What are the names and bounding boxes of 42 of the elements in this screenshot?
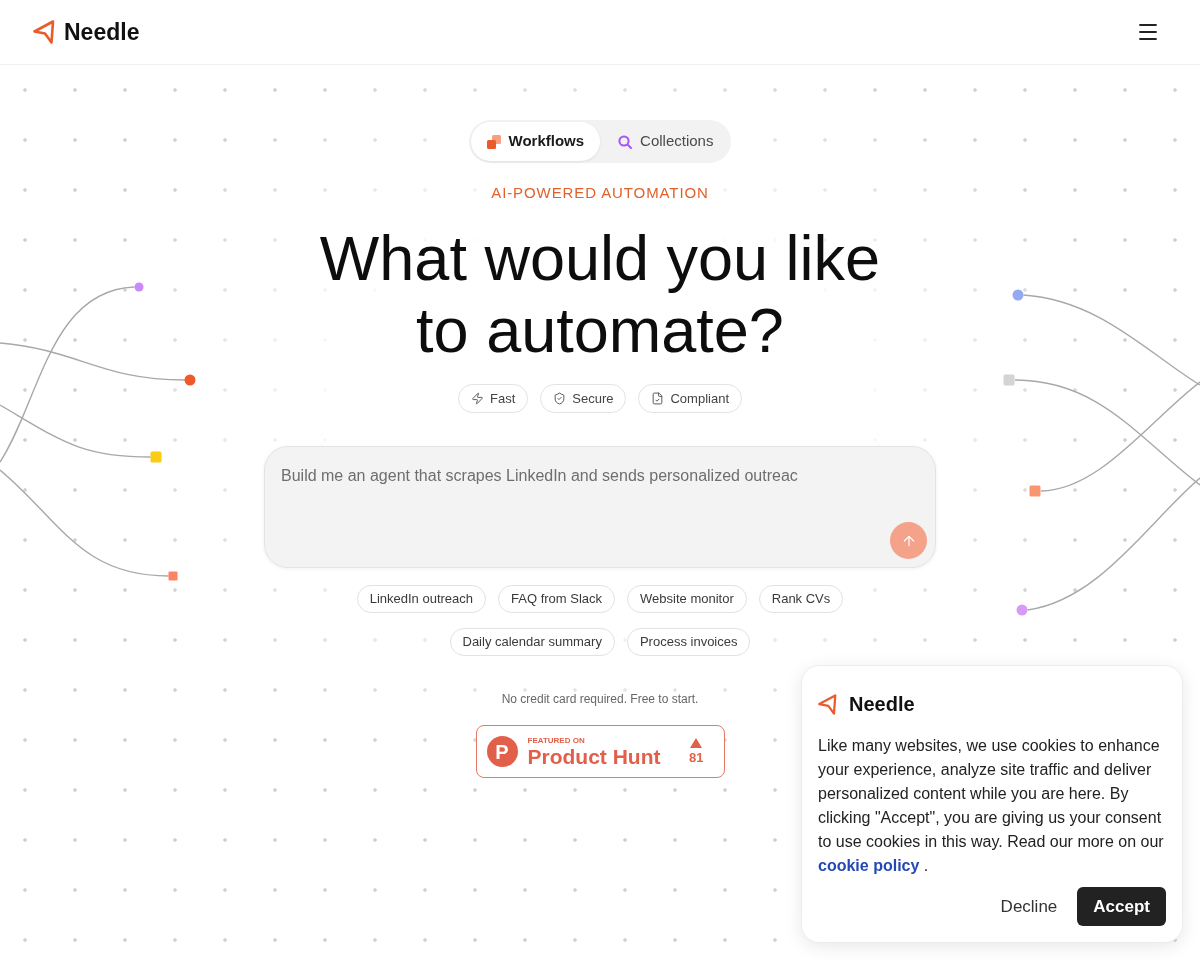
- suggestion-chip[interactable]: Website monitor: [627, 585, 747, 613]
- suggestion-chip[interactable]: Daily calendar summary: [449, 628, 615, 656]
- feature-label: Fast: [490, 389, 516, 408]
- feature-label: Secure: [572, 389, 614, 408]
- shield-check-icon: [553, 392, 567, 405]
- square-node-icon: [168, 571, 178, 581]
- product-hunt-badge[interactable]: P FEATURED ON Product Hunt 81: [475, 725, 725, 778]
- mode-tab[interactable]: Workflows: [470, 122, 601, 161]
- upvote-count: 81: [689, 751, 704, 765]
- suggestion-chip[interactable]: LinkedIn outreach: [356, 585, 487, 613]
- upvote-triangle-icon: [690, 738, 703, 748]
- cookie-message: Like many websites, we use cookies to enhance your experience, analyze site traffic and deliver personalized content while you are here. By clicking "Accept", you are giving us your consent to use cookies in this way. Read our more on our cookie policy .: [818, 736, 1165, 876]
- lightning-icon: [471, 392, 484, 405]
- featured-on-label: FEATURED ON: [527, 735, 586, 745]
- feature-label: Compliant: [670, 389, 729, 408]
- prompt-field[interactable]: Build me an agent that scrapes LinkedIn and sends personalized outreac: [264, 446, 936, 568]
- dot-node-icon: [134, 282, 144, 292]
- accept-button[interactable]: Accept: [1077, 887, 1166, 926]
- document-check-icon: [651, 392, 665, 405]
- mode-tab[interactable]: Collections: [602, 122, 730, 161]
- square-node-icon: [1003, 374, 1015, 386]
- arrowhead-logo-icon: [33, 20, 55, 44]
- square-node-icon: [1029, 485, 1041, 497]
- dot-node-icon: [1016, 604, 1028, 616]
- stacked-squares-icon: [486, 134, 501, 149]
- suggestion-chip[interactable]: FAQ from Slack: [498, 585, 616, 613]
- cookie-policy-link[interactable]: cookie policy: [818, 857, 920, 874]
- arrowhead-logo-icon: [818, 693, 837, 715]
- product-hunt-logo: P: [486, 736, 518, 767]
- dot-node-icon: [1012, 289, 1024, 301]
- suggestion-chip[interactable]: Rank CVs: [758, 585, 844, 613]
- cookie-brand-name: Needle: [849, 694, 915, 714]
- headline: What would you like to automate?: [318, 222, 882, 366]
- suggestion-chip[interactable]: Process invoices: [626, 628, 751, 656]
- search-icon: [618, 134, 633, 149]
- signup-note: No credit card required. Free to start.: [501, 691, 699, 707]
- dot-node-icon: [184, 374, 196, 386]
- decline-button[interactable]: Decline: [996, 887, 1062, 926]
- product-hunt-name: Product Hunt: [527, 744, 661, 768]
- eyebrow-label: AI-POWERED AUTOMATION: [491, 183, 709, 203]
- square-node-icon: [150, 451, 162, 463]
- home-link[interactable]: Needle: [33, 20, 140, 44]
